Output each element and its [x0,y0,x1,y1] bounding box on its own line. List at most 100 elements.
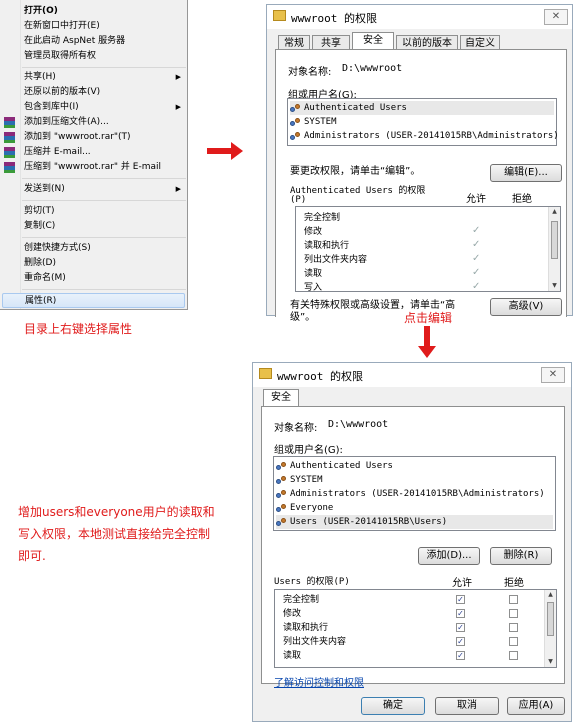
annotation-step3-line1: 增加users和everyone用户的读取和 [18,505,215,519]
menu-item-compress-email[interactable]: 压缩并 E-mail... [0,145,187,160]
permission-label: 读取 [304,269,323,279]
deny-checkbox[interactable] [509,651,518,660]
menu-separator [22,200,186,201]
user-name: Authenticated Users [290,461,393,471]
add-button[interactable]: 添加(D)... [418,547,480,565]
allow-checkbox[interactable]: ✓ [456,609,465,618]
user-row[interactable]: Authenticated Users [290,101,554,115]
allow-checkbox[interactable]: ✓ [456,651,465,660]
menu-item-create-shortcut[interactable]: 创建快捷方式(S) [0,241,187,256]
menu-item-aspnet-server[interactable]: 在此启动 AspNet 服务器 [0,34,187,49]
menu-item-include-in-library[interactable]: 包含到库中(I) ▶ [0,100,187,115]
users-list[interactable]: Authenticated Users SYSTEM Administrator… [273,456,556,531]
allow-checkbox[interactable]: ✓ [456,595,465,604]
grey-check-icon: ✓ [472,225,481,236]
permissions-title-suffix: (P) [290,195,307,205]
menu-item-label: 添加到 "wwwroot.rar"(T) [24,132,131,142]
scroll-thumb[interactable] [547,602,554,636]
permissions-title: Authenticated Users 的权限 [290,186,426,196]
scroll-thumb[interactable] [551,221,558,259]
user-row[interactable]: Administrators (USER-20141015RB\Administ… [290,129,559,143]
user-row[interactable]: Administrators (USER-20141015RB\Administ… [276,487,545,501]
edit-button[interactable]: 编辑(E)... [490,164,562,182]
menu-item-compress-rar-email[interactable]: 压缩到 "wwwroot.rar" 并 E-mail [0,160,187,175]
advanced-button[interactable]: 高级(V) [490,298,562,316]
apply-button[interactable]: 应用(A) [507,697,565,715]
permissions-title: Users 的权限(P) [274,577,350,587]
title-bar: wwwroot 的权限 ✕ [253,363,571,387]
allow-checkbox[interactable]: ✓ [456,637,465,646]
tab-customize[interactable]: 自定义 [460,35,500,50]
menu-item-label: 包含到库中(I) [24,102,79,112]
arrow-down-icon [418,326,436,358]
menu-item-label: 还原以前的版本(V) [24,87,101,97]
deny-checkbox[interactable] [509,623,518,632]
permission-label: 修改 [304,227,323,237]
menu-item-take-ownership[interactable]: 管理员取得所有权 [0,49,187,64]
cancel-button[interactable]: 取消 [435,697,499,715]
menu-item-add-to-archive[interactable]: 添加到压缩文件(A)... [0,115,187,130]
menu-item-share[interactable]: 共享(H) ▶ [0,70,187,85]
user-row[interactable]: Everyone [276,501,333,515]
user-row[interactable]: Authenticated Users [276,459,393,473]
scroll-down-icon[interactable]: ▼ [549,281,560,291]
close-button[interactable]: ✕ [541,367,565,383]
allow-checkbox[interactable]: ✓ [456,623,465,632]
security-panel: 对象名称: D:\wwwroot 组或用户名(G): Authenticated… [275,49,567,323]
user-name: Administrators (USER-20141015RB\Administ… [304,131,559,141]
user-row[interactable]: SYSTEM [290,115,337,129]
permission-label: 读取 [283,651,302,661]
user-row-selected[interactable]: Users (USER-20141015RB\Users) [276,515,553,529]
deny-checkbox[interactable] [509,609,518,618]
submenu-arrow-icon: ▶ [175,73,181,81]
tab-security[interactable]: 安全 [352,32,394,50]
permission-label: 列出文件夹内容 [283,637,347,647]
menu-item-label: 发送到(N) [24,184,65,194]
permissions-scrollbar[interactable]: ▲ ▼ [548,207,560,291]
tab-sharing[interactable]: 共享 [312,35,350,50]
menu-item-restore-previous[interactable]: 还原以前的版本(V) [0,85,187,100]
advanced-hint-cont: 级”。 [290,312,316,323]
tab-security[interactable]: 安全 [263,389,299,407]
users-list[interactable]: Authenticated Users SYSTEM Administrator… [287,98,559,146]
deny-checkbox[interactable] [509,637,518,646]
menu-item-delete[interactable]: 删除(D) [0,256,187,271]
scroll-down-icon[interactable]: ▼ [545,657,556,667]
scroll-up-icon[interactable]: ▲ [545,590,556,600]
ok-button[interactable]: 确定 [361,697,425,715]
menu-item-open-new-window[interactable]: 在新窗口中打开(E) [0,19,187,34]
menu-separator [22,178,186,179]
menu-item-cut[interactable]: 剪切(T) [0,204,187,219]
annotation-step2: 点击编辑 [404,311,453,325]
permissions-scrollbar[interactable]: ▲ ▼ [544,590,556,667]
menu-item-open[interactable]: 打开(O) [0,4,187,19]
tab-previous-versions[interactable]: 以前的版本 [396,35,458,50]
menu-item-add-to-wwwroot-rar[interactable]: 添加到 "wwwroot.rar"(T) [0,130,187,145]
close-button[interactable]: ✕ [544,9,568,25]
permissions-dialog-edit: wwwroot 的权限 ✕ 安全 对象名称: D:\wwwroot 组或用户名(… [252,362,572,722]
menu-item-send-to[interactable]: 发送到(N) ▶ [0,182,187,197]
remove-button[interactable]: 删除(R) [490,547,552,565]
deny-checkbox[interactable] [509,595,518,604]
menu-item-label: 属性(R) [25,296,57,306]
menu-item-label: 添加到压缩文件(A)... [24,117,109,127]
user-group-icon [276,475,287,485]
user-row[interactable]: SYSTEM [276,473,323,487]
user-name: Authenticated Users [304,103,407,113]
group-users-label: 组或用户名(G): [274,445,343,456]
dialog-title: wwwroot 的权限 [291,12,377,25]
grey-check-icon: ✓ [472,253,481,264]
tab-general[interactable]: 常规 [278,35,310,50]
menu-separator [22,67,186,68]
access-control-help-link[interactable]: 了解访问控制和权限 [274,674,364,689]
scroll-up-icon[interactable]: ▲ [549,207,560,217]
menu-item-label: 在新窗口中打开(E) [24,21,100,31]
menu-item-label: 在此启动 AspNet 服务器 [24,36,126,46]
menu-item-rename[interactable]: 重命名(M) [0,271,187,286]
user-group-icon [290,117,301,127]
change-permission-hint: 要更改权限，请单击“编辑”。 [290,166,421,177]
permission-label: 列出文件夹内容 [304,255,368,265]
menu-item-label: 重命名(M) [24,273,66,283]
menu-item-copy[interactable]: 复制(C) [0,219,187,234]
menu-item-properties[interactable]: 属性(R) [2,293,185,308]
